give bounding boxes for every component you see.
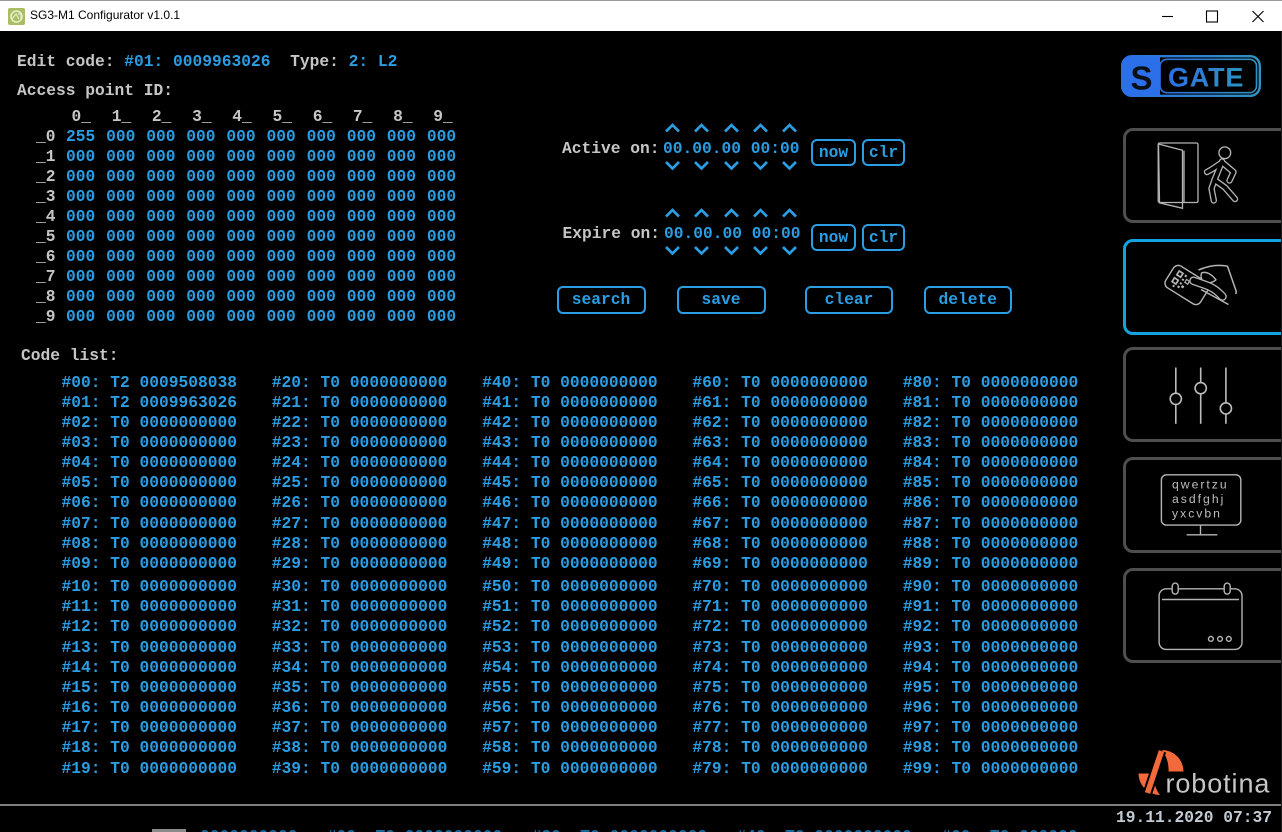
svg-text:asdfghj: asdfghj <box>1172 492 1225 506</box>
svg-text:S: S <box>1131 60 1153 97</box>
svg-text:GATE: GATE <box>1168 63 1244 93</box>
svg-text:robotina: robotina <box>1166 769 1271 799</box>
svg-text:qwertzu: qwertzu <box>1172 478 1229 492</box>
svg-text:yxcvbn: yxcvbn <box>1172 507 1222 521</box>
